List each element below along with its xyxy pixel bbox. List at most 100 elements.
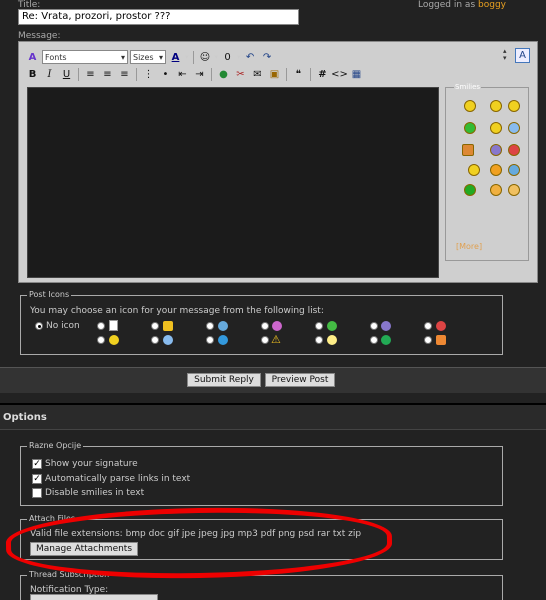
post-icons-prompt: You may choose an icon for your message … xyxy=(30,306,324,316)
smiley-icon[interactable]: ☺ xyxy=(198,50,213,65)
smiley-icon[interactable] xyxy=(508,184,520,196)
size-select[interactable]: Sizes ▾ xyxy=(130,50,166,64)
smiley-icon[interactable] xyxy=(490,164,502,176)
editor-toolbar-bottom: B I U ≡ ≡ ≡ ⋮ • ⇤ ⇥ ● ✂ ✉ ▣ ❝ # <> ▦ xyxy=(25,66,364,82)
post-icon-radio[interactable] xyxy=(97,336,105,344)
post-icon-radio[interactable] xyxy=(151,336,159,344)
more-smilies-link[interactable]: [More] xyxy=(456,242,482,251)
post-icon-radio[interactable] xyxy=(370,336,378,344)
chevron-down-icon[interactable]: ▾ xyxy=(185,53,189,61)
submit-reply-button[interactable]: Submit Reply xyxy=(187,373,261,387)
toolbar-divider xyxy=(78,67,79,81)
warning-icon: ⚠ xyxy=(271,333,281,346)
toolbar-divider xyxy=(136,67,137,81)
smiley-icon[interactable] xyxy=(490,144,502,156)
smiley-icon[interactable] xyxy=(462,144,474,156)
unordered-list-icon[interactable]: • xyxy=(158,67,173,82)
toolbar-divider xyxy=(211,67,212,81)
lightbulb-icon xyxy=(327,335,337,345)
email-icon[interactable]: ✉ xyxy=(250,67,265,82)
username-link[interactable]: boggy xyxy=(478,0,506,10)
chevron-down-icon[interactable]: ▾ xyxy=(215,53,219,61)
parse-links-checkbox[interactable]: ✓ xyxy=(32,474,42,484)
redo-icon[interactable]: ↷ xyxy=(260,50,275,65)
thumbs-down-icon xyxy=(436,335,446,345)
notification-type-select[interactable] xyxy=(30,594,158,600)
message-textarea[interactable] xyxy=(27,87,439,278)
switch-mode-icon[interactable]: A xyxy=(515,48,530,63)
font-select[interactable]: Fonts ▾ xyxy=(42,50,128,64)
misc-options-fieldset: Razne Opcije ✓ Show your signature ✓ Aut… xyxy=(20,441,503,506)
align-right-icon[interactable]: ≡ xyxy=(117,67,132,82)
outdent-icon[interactable]: ⇤ xyxy=(175,67,190,82)
post-icon-radio[interactable] xyxy=(206,322,214,330)
post-icon-radio[interactable] xyxy=(315,322,323,330)
smiley-icon[interactable] xyxy=(490,184,502,196)
underline-icon[interactable]: U xyxy=(59,67,74,82)
chevron-down-icon[interactable]: ▾ xyxy=(237,53,241,61)
quote-icon[interactable]: ❝ xyxy=(291,67,306,82)
post-icon-radio[interactable] xyxy=(151,322,159,330)
show-signature-label: Show your signature xyxy=(45,459,138,469)
image-icon[interactable]: ▣ xyxy=(267,67,282,82)
unlink-icon[interactable]: ✂ xyxy=(233,67,248,82)
code-icon[interactable]: <> xyxy=(331,67,348,82)
parse-links-label: Automatically parse links in text xyxy=(45,474,191,484)
resize-arrows-icon[interactable]: ▴ ▾ xyxy=(503,48,507,62)
post-icon-radio[interactable] xyxy=(315,336,323,344)
smiley-icon[interactable] xyxy=(490,100,502,112)
arrow-right-icon xyxy=(381,335,391,345)
action-bar: Submit Reply Preview Post xyxy=(0,367,546,393)
message-label: Message: xyxy=(18,31,61,41)
smilies-legend: Smilies xyxy=(454,83,482,91)
post-icon-radio[interactable] xyxy=(261,336,269,344)
hash-icon[interactable]: # xyxy=(315,67,330,82)
smiley-icon[interactable] xyxy=(508,122,520,134)
smiley-icon[interactable] xyxy=(490,122,502,134)
attachment-icon[interactable]: 0 xyxy=(220,50,235,65)
post-icon-radio[interactable] xyxy=(370,322,378,330)
post-icon-radio[interactable] xyxy=(424,336,432,344)
disable-smilies-checkbox[interactable] xyxy=(32,488,42,498)
smiley-icon[interactable] xyxy=(508,164,520,176)
align-center-icon[interactable]: ≡ xyxy=(100,67,115,82)
php-icon[interactable]: ▦ xyxy=(349,67,364,82)
bold-icon[interactable]: B xyxy=(25,67,40,82)
smilies-panel: Smilies [More] xyxy=(445,83,529,261)
italic-icon[interactable]: I xyxy=(42,67,57,82)
undo-icon[interactable]: ↶ xyxy=(243,50,258,65)
toolbar-divider xyxy=(310,67,311,81)
show-signature-checkbox[interactable]: ✓ xyxy=(32,459,42,469)
message-editor: A Fonts ▾ Sizes ▾ A ▾ ☺ ▾ 0 ▾ ↶ ↷ ▴ ▾ A B I… xyxy=(18,41,538,283)
link-icon[interactable]: ● xyxy=(216,67,231,82)
ordered-list-icon[interactable]: ⋮ xyxy=(141,67,156,82)
post-icon-radio[interactable] xyxy=(97,322,105,330)
smiley-icon[interactable] xyxy=(464,100,476,112)
misc-options-legend: Razne Opcije xyxy=(27,441,84,450)
post-icons-fieldset: Post Icons You may choose an icon for yo… xyxy=(20,290,503,355)
remove-format-icon[interactable]: A xyxy=(25,50,40,65)
toolbar-divider xyxy=(286,67,287,81)
align-left-icon[interactable]: ≡ xyxy=(83,67,98,82)
logged-in-status: Logged in as boggy xyxy=(418,0,506,10)
post-icon-radio[interactable] xyxy=(206,336,214,344)
thumbs-up-icon xyxy=(163,321,173,331)
text-color-icon[interactable]: A xyxy=(168,50,183,65)
document-icon xyxy=(109,320,118,331)
editor-toolbar-top: A Fonts ▾ Sizes ▾ A ▾ ☺ ▾ 0 ▾ ↶ ↷ xyxy=(25,49,275,65)
preview-post-button[interactable]: Preview Post xyxy=(265,373,335,387)
smiley-icon[interactable] xyxy=(508,144,520,156)
no-icon-radio[interactable] xyxy=(35,322,43,330)
happy-smiley-icon xyxy=(272,321,282,331)
smiley-icon[interactable] xyxy=(508,100,520,112)
post-icon-radio[interactable] xyxy=(424,322,432,330)
post-icon-radio[interactable] xyxy=(261,322,269,330)
smiley-icon[interactable] xyxy=(468,164,480,176)
smiley-icon[interactable] xyxy=(464,122,476,134)
angry-smiley-icon xyxy=(436,321,446,331)
indent-icon[interactable]: ⇥ xyxy=(192,67,207,82)
smiley-icon[interactable] xyxy=(464,184,476,196)
toolbar-divider xyxy=(192,50,194,64)
title-input[interactable]: Re: Vrata, prozori, prostor ??? xyxy=(18,9,299,25)
post-icons-legend: Post Icons xyxy=(27,290,72,299)
